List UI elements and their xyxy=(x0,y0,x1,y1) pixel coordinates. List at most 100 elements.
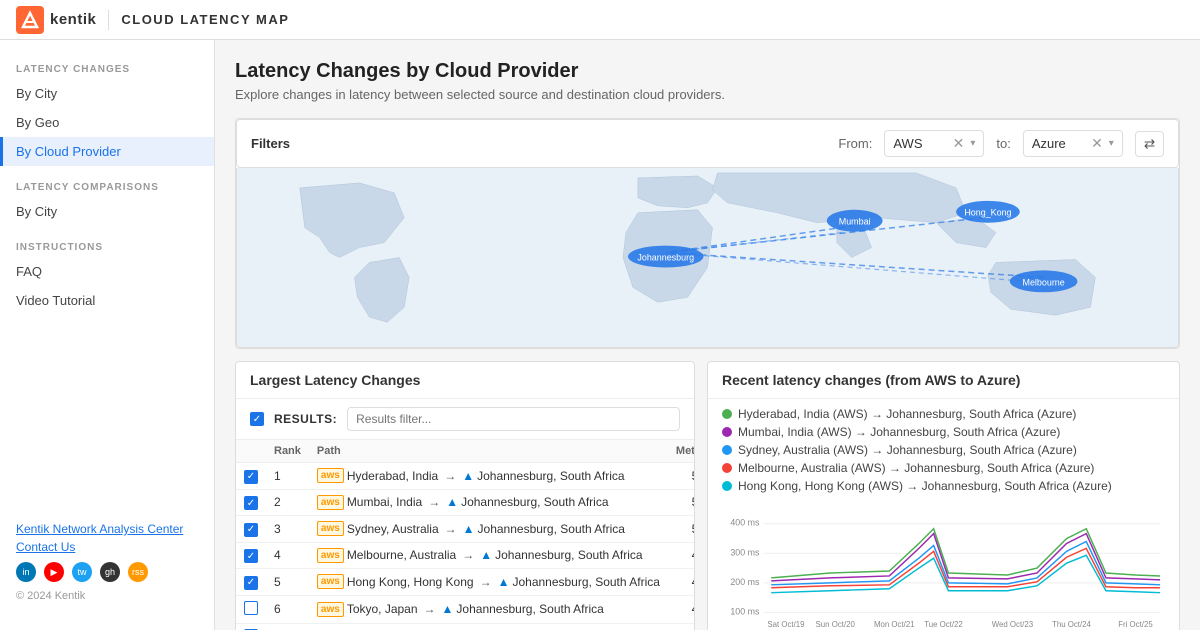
app-header: kentik CLOUD LATENCY MAP xyxy=(0,0,1200,40)
filter-map-container: Filters From: AWS ✕ ▾ to: Azure ✕ ▾ ⇄ xyxy=(235,118,1180,349)
filter-from-chevron: ▾ xyxy=(970,138,975,149)
aws-badge: aws xyxy=(317,495,344,510)
row-metric: 4.6 xyxy=(668,569,695,596)
table-row[interactable]: ✓ 5 aws Hong Kong, Hong Kong → ▲ Johanne… xyxy=(236,569,695,596)
filter-from-select[interactable]: AWS ✕ ▾ xyxy=(884,130,984,157)
filter-from-value: AWS xyxy=(893,136,946,151)
recent-item: Sydney, Australia (AWS) → Johannesburg, … xyxy=(722,443,1165,457)
sidebar-section-latency-comparisons: LATENCY COMPARISONS xyxy=(0,174,214,197)
arrow-icon: → xyxy=(444,469,456,483)
results-label: RESULTS: xyxy=(274,412,337,426)
row-rank: 3 xyxy=(266,516,309,543)
sidebar-item-by-geo[interactable]: By Geo xyxy=(0,108,214,137)
filter-bar: Filters From: AWS ✕ ▾ to: Azure ✕ ▾ ⇄ xyxy=(236,119,1179,168)
twitter-icon[interactable]: tw xyxy=(72,562,92,582)
filter-label: Filters xyxy=(251,136,290,151)
row-checkbox[interactable]: ✓ xyxy=(244,470,258,484)
row-rank: 1 xyxy=(266,463,309,490)
to-city: Johannesburg, South Africa xyxy=(478,522,625,536)
row-checkbox[interactable]: ✓ xyxy=(244,549,258,563)
row-checkbox-cell: ✓ xyxy=(236,489,266,516)
to-city: Johannesburg, South Africa xyxy=(461,495,608,509)
sidebar-item-by-cloud-provider[interactable]: By Cloud Provider xyxy=(0,137,214,166)
rss-icon[interactable]: rss xyxy=(128,562,148,582)
recent-item: Melbourne, Australia (AWS) → Johannesbur… xyxy=(722,461,1165,475)
col-check xyxy=(236,440,266,463)
row-metric: 5.9 xyxy=(668,463,695,490)
azure-icon: ▲ xyxy=(442,602,454,616)
row-metric: 4.5 xyxy=(668,623,695,630)
table-row[interactable]: 6 aws Tokyo, Japan → ▲ Johannesburg, Sou… xyxy=(236,595,695,623)
from-city: Mumbai, India xyxy=(347,495,422,509)
linkedin-icon[interactable]: in xyxy=(16,562,36,582)
sidebar-section-latency-changes: LATENCY CHANGES xyxy=(0,56,214,79)
col-rank: Rank xyxy=(266,440,309,463)
sidebar-item-by-city-compare[interactable]: By City xyxy=(0,197,214,226)
from-city: Hong Kong, Hong Kong xyxy=(347,575,474,589)
azure-icon: ▲ xyxy=(462,469,474,483)
chart-area: 400 ms 300 ms 200 ms 100 ms xyxy=(708,505,1179,630)
filter-to-select[interactable]: Azure ✕ ▾ xyxy=(1023,130,1123,157)
filter-to-clear[interactable]: ✕ xyxy=(1091,135,1103,152)
recent-text: Mumbai, India (AWS) → Johannesburg, Sout… xyxy=(738,425,1060,439)
panel-recent-changes: Recent latency changes (from AWS to Azur… xyxy=(707,361,1180,630)
row-metric: 5.4 xyxy=(668,489,695,516)
aws-badge: aws xyxy=(317,468,344,483)
row-checkbox[interactable] xyxy=(244,601,258,615)
latency-chart: 400 ms 300 ms 200 ms 100 ms xyxy=(722,513,1165,630)
row-rank: 4 xyxy=(266,542,309,569)
arrow-icon: → xyxy=(424,602,436,616)
row-path: aws Hyderabad, India → ▲ Johannesburg, S… xyxy=(309,463,668,490)
contact-link[interactable]: Contact Us xyxy=(16,540,198,554)
svg-text:Mumbai: Mumbai xyxy=(839,217,871,227)
row-path: aws Melbourne, Australia → ▲ Johannesbur… xyxy=(309,542,668,569)
row-checkbox[interactable]: ✓ xyxy=(244,576,258,590)
to-city: Johannesburg, South Africa xyxy=(477,469,624,483)
row-checkbox-cell xyxy=(236,623,266,630)
table-row[interactable]: 7 aws Osaka, Japan → ▲ Johannesburg, Sou… xyxy=(236,623,695,630)
github-icon[interactable]: gh xyxy=(100,562,120,582)
latency-table: Rank Path Metric ✓ 1 aws Hyderabad, Indi… xyxy=(236,440,695,630)
row-checkbox-cell: ✓ xyxy=(236,463,266,490)
sidebar-item-video-tutorial[interactable]: Video Tutorial xyxy=(0,286,214,315)
sidebar-section-instructions: INSTRUCTIONS xyxy=(0,234,214,257)
table-row[interactable]: ✓ 3 aws Sydney, Australia → ▲ Johannesbu… xyxy=(236,516,695,543)
recent-item: Hong Kong, Hong Kong (AWS) → Johannesbur… xyxy=(722,479,1165,493)
swap-button[interactable]: ⇄ xyxy=(1135,131,1164,157)
page-subtitle: Explore changes in latency between selec… xyxy=(235,87,1180,102)
row-checkbox[interactable]: ✓ xyxy=(244,496,258,510)
filter-from-clear[interactable]: ✕ xyxy=(953,135,965,152)
recent-text: Hong Kong, Hong Kong (AWS) → Johannesbur… xyxy=(738,479,1112,493)
bottom-panels: Largest Latency Changes ✓ RESULTS: Rank … xyxy=(235,361,1180,630)
row-metric: 5.0 xyxy=(668,516,695,543)
row-path: aws Osaka, Japan → ▲ Johannesburg, South… xyxy=(309,623,668,630)
row-checkbox[interactable]: ✓ xyxy=(244,523,258,537)
main-content: Latency Changes by Cloud Provider Explor… xyxy=(215,40,1200,630)
results-filter-input[interactable] xyxy=(347,407,680,431)
sidebar: LATENCY CHANGES By City By Geo By Cloud … xyxy=(0,40,215,630)
youtube-icon[interactable]: ▶ xyxy=(44,562,64,582)
to-city: Johannesburg, South Africa xyxy=(512,575,659,589)
row-path: aws Sydney, Australia → ▲ Johannesburg, … xyxy=(309,516,668,543)
row-metric: 4.8 xyxy=(668,542,695,569)
table-row[interactable]: ✓ 1 aws Hyderabad, India → ▲ Johannesbur… xyxy=(236,463,695,490)
row-rank: 2 xyxy=(266,489,309,516)
social-icons: in ▶ tw gh rss xyxy=(16,562,198,582)
recent-item: Hyderabad, India (AWS) → Johannesburg, S… xyxy=(722,407,1165,421)
col-path: Path xyxy=(309,440,668,463)
arrow-icon: → xyxy=(480,575,492,589)
table-row[interactable]: ✓ 2 aws Mumbai, India → ▲ Johannesburg, … xyxy=(236,489,695,516)
row-checkbox-cell: ✓ xyxy=(236,542,266,569)
svg-text:300 ms: 300 ms xyxy=(730,547,760,557)
results-checkbox[interactable]: ✓ xyxy=(250,412,264,426)
arrow-icon: → xyxy=(462,548,474,562)
row-path: aws Tokyo, Japan → ▲ Johannesburg, South… xyxy=(309,595,668,623)
row-checkbox-cell: ✓ xyxy=(236,569,266,596)
svg-text:Hong_Kong: Hong_Kong xyxy=(964,208,1011,218)
sidebar-item-by-city-changes[interactable]: By City xyxy=(0,79,214,108)
to-city: Johannesburg, South Africa xyxy=(495,548,642,562)
from-city: Tokyo, Japan xyxy=(347,602,418,616)
knac-link[interactable]: Kentik Network Analysis Center xyxy=(16,522,198,536)
sidebar-item-faq[interactable]: FAQ xyxy=(0,257,214,286)
table-row[interactable]: ✓ 4 aws Melbourne, Australia → ▲ Johanne… xyxy=(236,542,695,569)
